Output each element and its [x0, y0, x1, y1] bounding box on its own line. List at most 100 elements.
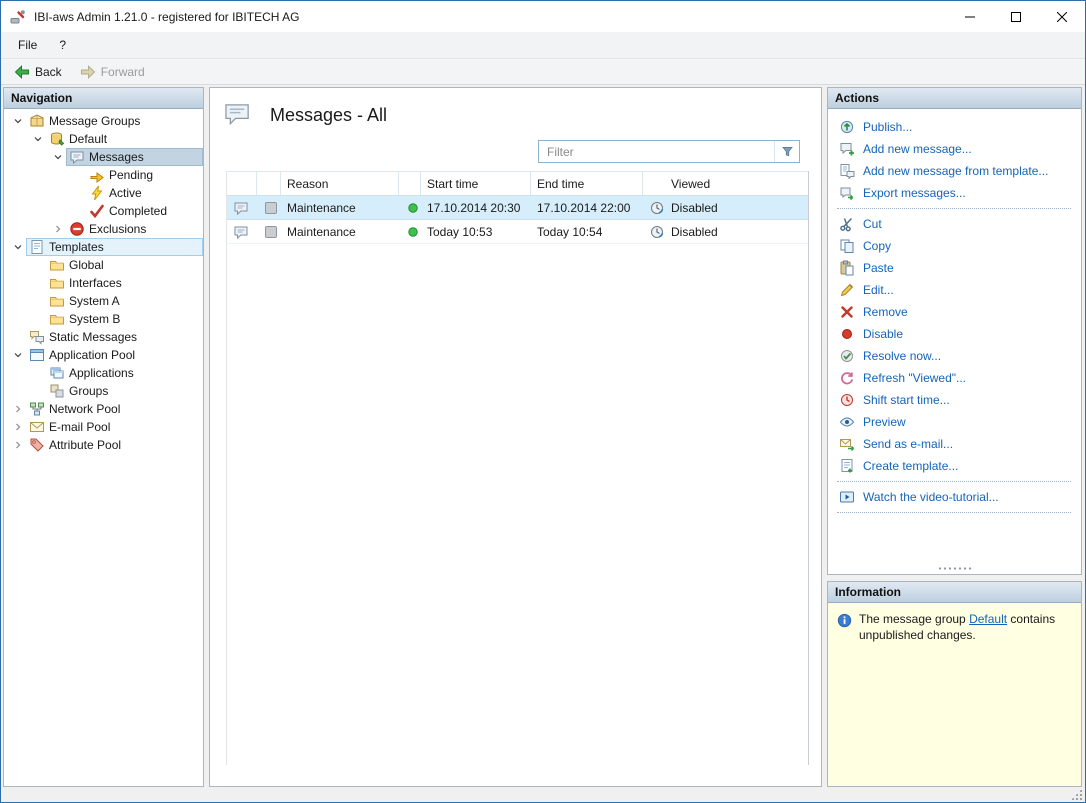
tree-item-label: System A — [69, 294, 120, 308]
tree-item-message-groups[interactable]: Message Groups — [4, 112, 203, 130]
action-add-new-message-from-template[interactable]: Add new message from template... — [828, 160, 1081, 182]
table-row[interactable]: Maintenance 17.10.2014 20:30 17.10.2014 22… — [227, 196, 808, 220]
tree-item-e-mail-pool[interactable]: E-mail Pool — [4, 418, 203, 436]
tree-item-network-pool[interactable]: Network Pool — [4, 400, 203, 418]
chevron-down-icon[interactable] — [50, 149, 66, 165]
action-paste[interactable]: Paste — [828, 257, 1081, 279]
resize-grip[interactable] — [1071, 789, 1082, 800]
active-icon — [89, 185, 105, 201]
action-publish[interactable]: Publish... — [828, 116, 1081, 138]
action-export-messages[interactable]: Export messages... — [828, 182, 1081, 204]
column-header-end_time[interactable]: End time — [531, 172, 643, 195]
chevron-right-icon[interactable] — [10, 437, 26, 453]
cell-start_time: 17.10.2014 20:30 — [421, 196, 531, 219]
tree-item-label: Templates — [49, 240, 104, 254]
tree-item-templates[interactable]: Templates — [4, 238, 203, 256]
menu-bar: File? — [1, 32, 1085, 58]
tree-item-label: Messages — [89, 150, 144, 164]
templates-icon — [29, 239, 45, 255]
workspace: Navigation Message Groups Default Messages… — [1, 85, 1085, 787]
cell-message-icon — [227, 220, 257, 243]
tree-item-label: Static Messages — [49, 330, 138, 344]
publish-icon — [839, 119, 855, 135]
action-create-template[interactable]: Create template... — [828, 455, 1081, 477]
application-pool-icon — [29, 347, 45, 363]
filter-row — [210, 139, 821, 171]
chevron-right-icon[interactable] — [10, 401, 26, 417]
chevron-right-icon[interactable] — [10, 419, 26, 435]
action-add-new-message[interactable]: Add new message... — [828, 138, 1081, 160]
send-email-icon — [839, 436, 855, 452]
tree-item-interfaces[interactable]: Interfaces — [4, 274, 203, 292]
title-bar[interactable]: IBI-aws Admin 1.21.0 - registered for IB… — [1, 1, 1085, 32]
action-cut[interactable]: Cut — [828, 213, 1081, 235]
action-send-as-e-mail[interactable]: Send as e-mail... — [828, 433, 1081, 455]
pending-icon — [89, 167, 105, 183]
tree-item-static-messages[interactable]: Static Messages — [4, 328, 203, 346]
filter-funnel-icon[interactable] — [774, 141, 799, 162]
folder-icon — [49, 257, 65, 273]
chevron-right-icon[interactable] — [50, 221, 66, 237]
tree-item-groups[interactable]: Groups — [4, 382, 203, 400]
column-header-icon-0[interactable] — [227, 172, 257, 195]
menu-item-file[interactable]: File — [7, 34, 48, 56]
tree-item-active[interactable]: Active — [4, 184, 203, 202]
actions-info-splitter[interactable] — [828, 563, 1081, 574]
chevron-down-icon[interactable] — [30, 131, 46, 147]
tree-item-messages[interactable]: Messages — [4, 148, 203, 166]
tree-item-completed[interactable]: Completed — [4, 202, 203, 220]
action-refresh-viewed[interactable]: Refresh "Viewed"... — [828, 367, 1081, 389]
action-remove[interactable]: Remove — [828, 301, 1081, 323]
column-header-reason[interactable]: Reason — [281, 172, 399, 195]
action-shift-start-time[interactable]: Shift start time... — [828, 389, 1081, 411]
tree-item-attribute-pool[interactable]: Attribute Pool — [4, 436, 203, 454]
action-preview[interactable]: Preview — [828, 411, 1081, 433]
tree-item-label: Applications — [69, 366, 134, 380]
filter-input[interactable] — [539, 141, 774, 162]
tree-item-system-a[interactable]: System A — [4, 292, 203, 310]
menu-item-[interactable]: ? — [48, 34, 77, 56]
chevron-down-icon[interactable] — [10, 347, 26, 363]
create-template-icon — [839, 458, 855, 474]
tree-item-body: System A — [46, 292, 203, 310]
info-icon — [837, 613, 852, 628]
table-row[interactable]: Maintenance Today 10:53 Today 10:54 Disable… — [227, 220, 808, 244]
chevron-down-icon[interactable] — [10, 113, 26, 129]
viewed-clock-icon — [649, 200, 665, 216]
tree-item-body: E-mail Pool — [26, 418, 203, 436]
tree-item-exclusions[interactable]: Exclusions — [4, 220, 203, 238]
action-watch-the-video-tutorial[interactable]: Watch the video-tutorial... — [828, 486, 1081, 508]
tree-item-global[interactable]: Global — [4, 256, 203, 274]
tree-item-system-b[interactable]: System B — [4, 310, 203, 328]
back-label: Back — [35, 64, 62, 79]
close-button[interactable] — [1039, 1, 1085, 32]
status-bar — [1, 787, 1085, 802]
tree-item-applications[interactable]: Applications — [4, 364, 203, 382]
forward-button[interactable]: Forward — [72, 61, 153, 83]
chevron-down-icon[interactable] — [10, 239, 26, 255]
action-copy[interactable]: Copy — [828, 235, 1081, 257]
cell-flag-icon — [257, 196, 281, 219]
maximize-button[interactable] — [993, 1, 1039, 32]
default-group-link[interactable]: Default — [969, 612, 1007, 626]
action-resolve-now[interactable]: Resolve now... — [828, 345, 1081, 367]
back-button[interactable]: Back — [6, 61, 70, 83]
column-header-icon-3[interactable] — [399, 172, 421, 195]
minimize-button[interactable] — [947, 1, 993, 32]
action-label: Disable — [863, 327, 904, 341]
column-header-viewed[interactable]: Viewed — [643, 172, 808, 195]
action-edit[interactable]: Edit... — [828, 279, 1081, 301]
disable-icon — [839, 326, 855, 342]
column-header-start_time[interactable]: Start time — [421, 172, 531, 195]
action-disable[interactable]: Disable — [828, 323, 1081, 345]
tree-item-pending[interactable]: Pending — [4, 166, 203, 184]
messages-table: Reason Start time End time Viewed Maintenan… — [226, 171, 809, 765]
tree-item-label: Global — [69, 258, 104, 272]
actions-panel-header: Actions — [828, 88, 1081, 109]
tree-item-default[interactable]: Default — [4, 130, 203, 148]
exclusions-icon — [69, 221, 85, 237]
completed-icon — [89, 203, 105, 219]
tree-item-application-pool[interactable]: Application Pool — [4, 346, 203, 364]
column-header-icon-1[interactable] — [257, 172, 281, 195]
